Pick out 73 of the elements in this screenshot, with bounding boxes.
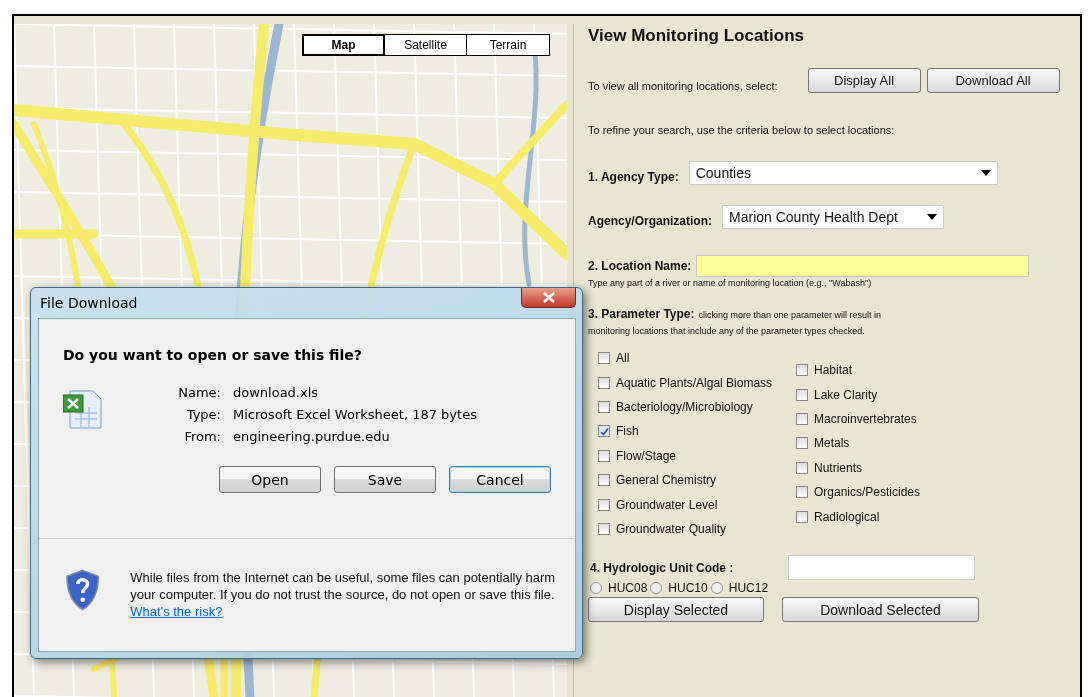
view-all-button[interactable]: Download All — [926, 68, 1060, 93]
checkbox-label: Lake Clarity — [814, 387, 878, 402]
checkbox-label: Bacteriology/Microbiology — [616, 399, 753, 414]
radio-label: HUC10 — [668, 581, 708, 596]
location-name-field[interactable] — [696, 255, 1030, 277]
checkbox[interactable] — [598, 498, 610, 511]
huc-code-field[interactable] — [788, 555, 975, 581]
field-label: 2. Location Name: — [588, 259, 692, 273]
checkbox-label: Groundwater Level — [616, 497, 718, 512]
view-all-button[interactable]: Display All — [807, 68, 921, 93]
spreadsheet-file-icon — [63, 389, 103, 429]
dropdown[interactable]: Marion County Health Dept — [722, 205, 944, 229]
checkbox-label: All — [616, 351, 630, 366]
parameter-type-text: 3. Parameter Type: clicking more than one parameter will result in monitoring locations that include any of the parameter types checked. — [588, 306, 883, 338]
radio-button[interactable] — [710, 582, 723, 595]
checkbox[interactable] — [598, 376, 610, 389]
security-warning: While files from the Internet can be useful, some files can potentially harm your computer. If you do not trust the source, do not open or save this file. What's the risk? — [130, 569, 557, 620]
checkbox[interactable] — [796, 364, 808, 377]
dropdown[interactable]: Counties — [688, 161, 998, 185]
checkbox[interactable] — [598, 400, 610, 413]
checkbox[interactable] — [598, 449, 610, 462]
checkbox[interactable] — [796, 437, 808, 450]
checkbox[interactable] — [796, 461, 808, 474]
risk-link[interactable]: What's the risk? — [130, 604, 223, 619]
checkbox[interactable] — [598, 522, 610, 535]
action-button[interactable]: Display Selected — [588, 597, 764, 623]
checkbox[interactable] — [598, 474, 610, 487]
checkbox[interactable] — [598, 352, 610, 365]
field-value: Microsoft Excel Worksheet, 187 bytes — [233, 407, 477, 422]
checkbox[interactable] — [598, 425, 610, 438]
radio-button[interactable] — [590, 582, 602, 595]
location-name-hint: Type any part of a river or name of monitoring location (e.g., "Wabash") — [588, 278, 873, 288]
close-icon — [542, 292, 555, 303]
refine-prompt: To refine your search, use the criteria below to select locations: — [588, 124, 896, 136]
radio-label: HUC12 — [728, 581, 769, 596]
checkbox-label: Habitat — [814, 363, 853, 378]
caret-icon — [980, 170, 991, 176]
field-label: 1. Agency Type: — [588, 170, 679, 184]
radio-button[interactable] — [650, 582, 663, 595]
checkbox-label: General Chemistry — [616, 473, 717, 488]
checkbox[interactable] — [796, 486, 808, 499]
view-all-prompt: To view all monitoring locations, select: — [588, 79, 778, 92]
checkbox[interactable] — [796, 388, 808, 401]
dialog-button[interactable]: Save — [334, 466, 436, 493]
panel-title: View Monitoring Locations — [588, 26, 805, 46]
checkbox-label: Groundwater Quality — [616, 521, 727, 536]
field-label: Name: — [177, 385, 221, 400]
checkbox[interactable] — [796, 412, 808, 425]
close-button[interactable] — [521, 288, 576, 308]
dialog-button[interactable]: Cancel — [449, 466, 551, 493]
radio-label: HUC08 — [608, 581, 648, 596]
field-label: Type: — [185, 407, 221, 422]
map-type-tab[interactable]: Map — [303, 35, 385, 55]
checkbox-label: Aquatic Plants/Algal Biomass — [616, 375, 773, 390]
checkbox-label: Fish — [616, 424, 639, 439]
action-button[interactable]: Download Selected — [782, 597, 979, 623]
dialog-title: File Download — [40, 295, 138, 311]
checkbox-label: Radiological — [814, 509, 880, 524]
field-label: From: — [183, 429, 221, 444]
checkbox[interactable] — [796, 510, 808, 523]
field-value: engineering.purdue.edu — [233, 429, 391, 444]
checkbox-label: Organics/Pesticides — [814, 485, 921, 500]
checkbox-label: Macroinvertebrates — [814, 411, 917, 426]
field-label: Agency/Organization: — [588, 214, 712, 228]
field-label: 4. Hydrologic Unit Code : — [590, 561, 735, 576]
checkbox-label: Flow/Stage — [616, 448, 677, 463]
field-value: download.xls — [233, 385, 320, 400]
caret-icon — [927, 214, 937, 220]
shield-help-icon — [65, 569, 101, 611]
checkbox-label: Metals — [814, 436, 850, 451]
dialog-button[interactable]: Open — [219, 466, 321, 493]
checkbox-label: Nutrients — [814, 460, 863, 475]
dialog-question: Do you want to open or save this file? — [63, 347, 363, 363]
